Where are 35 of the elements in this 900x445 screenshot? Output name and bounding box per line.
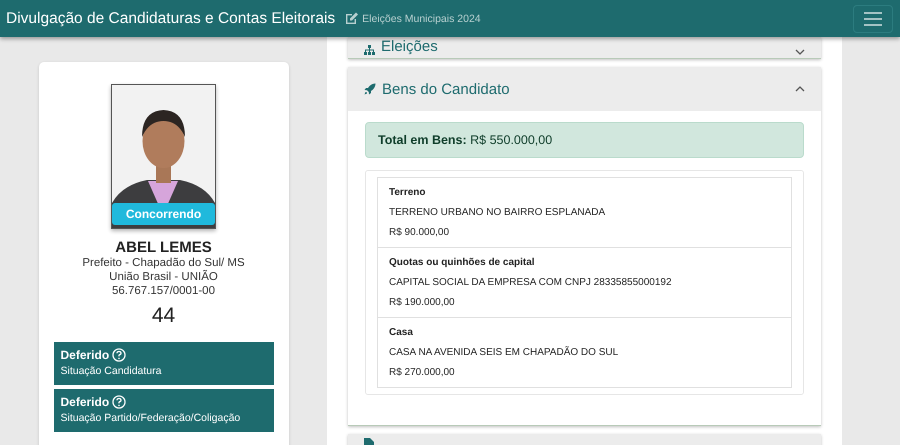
asset-value: R$ 270.000,00	[389, 367, 456, 378]
menu-button[interactable]	[853, 4, 893, 32]
asset-value: R$ 90.000,00	[389, 227, 450, 238]
candidate-name: ABEL LEMES	[115, 239, 212, 256]
asset-description: CAPITAL SOCIAL DA EMPRESA COM CNPJ 28335855000192	[389, 277, 673, 288]
help-icon[interactable]	[112, 348, 126, 362]
chevron-down-icon[interactable]	[795, 49, 805, 55]
help-icon[interactable]	[112, 395, 126, 409]
sitemap-icon	[364, 45, 375, 55]
asset-type: Casa	[389, 327, 414, 338]
candidate-detail: 56.767.157/0001-00	[112, 284, 215, 298]
total-alert: Total em Bens: R$ 550.000,00	[365, 122, 804, 158]
panel-title: Eleições	[381, 38, 438, 55]
candidate-number: 44	[152, 304, 176, 328]
panel-title: Bens do Candidato	[382, 80, 510, 98]
asset-description: TERRENO URBANO NO BAIRRO ESPLANADA	[389, 207, 606, 218]
asset-type: Terreno	[389, 187, 426, 198]
status-badge: Concorrendo	[112, 203, 215, 225]
candidate-detail: União Brasil - UNIÃO	[109, 270, 218, 284]
asset-value: R$ 190.000,00	[389, 297, 456, 308]
accordion-header[interactable]: Bens do Candidato	[348, 67, 821, 111]
status-value: Deferido	[60, 395, 110, 409]
app-title[interactable]: Divulgação de Candidaturas e Contas Eleitorais	[6, 10, 336, 28]
status-label: Situação Candidatura	[60, 365, 162, 377]
edit-icon	[345, 12, 360, 25]
rocket-icon	[364, 83, 376, 95]
election-label: Eleições Municipais 2024	[362, 12, 481, 24]
candidate-detail: Prefeito - Chapadão do Sul/ MS	[82, 256, 245, 270]
status-value: Deferido	[60, 348, 110, 362]
asset-description: CASA NA AVENIDA SEIS EM CHAPADÃO DO SUL	[389, 347, 620, 358]
chevron-up-icon[interactable]	[795, 86, 805, 92]
menu-icon	[864, 12, 882, 26]
status-label: Situação Partido/Federação/Coligação	[60, 412, 242, 424]
accordion-header[interactable]: Eleições	[348, 37, 821, 58]
asset-type: Quotas ou quinhões de capital	[389, 257, 536, 268]
